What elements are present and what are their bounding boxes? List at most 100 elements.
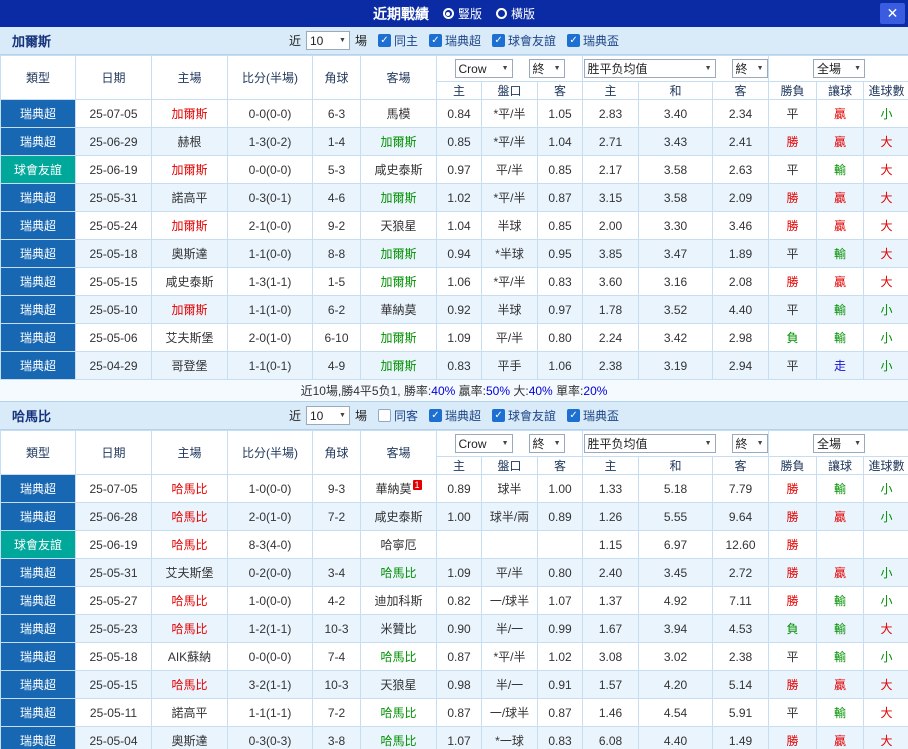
final-europe-select[interactable]: 終 ▼ <box>731 59 768 78</box>
away-team: 哈馬比 <box>360 698 437 727</box>
close-icon[interactable]: ✕ <box>880 3 905 24</box>
radio-label: 橫版 <box>511 7 536 21</box>
europe-draw-avg: 3.19 <box>638 351 713 380</box>
layout-radio-vertical[interactable]: 豎版 <box>442 5 482 22</box>
asian-home-odds: 1.04 <box>436 211 482 240</box>
away-team: 天狼星 <box>360 670 437 699</box>
europe-home-avg: 1.57 <box>582 670 639 699</box>
match-count-value: 10 <box>309 33 324 48</box>
away-team: 加爾斯 <box>360 351 437 380</box>
europe-away-avg: 2.72 <box>711 558 770 587</box>
goals-result-flag: 大 <box>863 211 908 240</box>
filter-club-friendly[interactable]: ✓ 球會友誼 <box>492 32 556 49</box>
asian-away-odds: 1.00 <box>537 474 583 503</box>
goals-result-flag: 小 <box>863 642 908 671</box>
match-count-select[interactable]: 10 ▼ <box>305 406 350 425</box>
table-row: 瑞典超 25-07-05 加爾斯 0-0(0-0) 6-3 馬模 0.84 *平… <box>0 99 908 128</box>
odds-company-select[interactable]: Crow ▼ <box>454 434 513 453</box>
europe-home-avg: 2.83 <box>582 99 639 128</box>
goals-result-flag: 大 <box>863 155 908 184</box>
asian-home-odds: 1.07 <box>436 726 482 749</box>
chevron-down-icon: ▼ <box>854 440 862 447</box>
league-badge: 球會友誼 <box>0 530 76 559</box>
filter-league-super[interactable]: ✓ 瑞典超 <box>429 407 481 424</box>
goals-result-flag: 大 <box>863 614 908 643</box>
summary-segment: 40% <box>528 384 553 398</box>
europe-draw-avg: 4.54 <box>638 698 713 727</box>
layout-radio-horizontal[interactable]: 橫版 <box>496 5 535 22</box>
filter-same-away[interactable]: ✓ 同客 <box>377 407 418 424</box>
score-halftime: 1-1(0-1) <box>227 351 313 380</box>
col-corner: 角球 <box>312 55 361 100</box>
score-halftime: 2-0(1-0) <box>227 502 313 531</box>
europe-avg-select[interactable]: 胜平负均值 ▼ <box>583 434 716 453</box>
handicap-result-flag: 輸 <box>816 474 865 503</box>
table-row: 瑞典超 25-05-31 艾夫斯堡 0-2(0-0) 3-4 哈馬比 1.09 … <box>0 558 908 587</box>
europe-away-avg: 2.09 <box>711 183 770 212</box>
odds-company-select[interactable]: Crow ▼ <box>454 59 513 78</box>
col-goals: 進球數 <box>863 456 908 475</box>
col-eu-away: 客 <box>711 81 770 100</box>
summary-row: 近10場,勝4平5负1, 勝率:40% 贏率:50% 大:40% 單率:20% <box>0 380 908 402</box>
score-halftime: 0-3(0-1) <box>227 183 313 212</box>
corner-score: 3-8 <box>312 726 361 749</box>
home-team: 哈馬比 <box>151 586 228 615</box>
summary-segment: 近10場,勝4平5负1, 勝率: <box>300 384 432 398</box>
handicap-result-flag <box>816 530 865 559</box>
col-result: 勝負 <box>768 81 818 100</box>
result-flag: 勝 <box>768 211 818 240</box>
europe-away-avg: 2.38 <box>711 642 770 671</box>
home-team: 艾夫斯堡 <box>151 323 228 352</box>
corner-score <box>312 530 361 559</box>
checkbox-icon: ✓ <box>429 409 442 422</box>
col-home: 主場 <box>151 430 228 475</box>
home-team: 哈馬比 <box>151 670 228 699</box>
league-badge: 瑞典超 <box>0 670 76 699</box>
europe-home-avg: 1.67 <box>582 614 639 643</box>
match-date: 25-05-11 <box>75 698 152 727</box>
handicap-line: 平/半 <box>481 155 538 184</box>
col-corner: 角球 <box>312 430 361 475</box>
col-type: 類型 <box>0 55 76 100</box>
final-odds-select[interactable]: 終 ▼ <box>528 59 565 78</box>
europe-home-avg: 3.15 <box>582 183 639 212</box>
match-count-select[interactable]: 10 ▼ <box>305 31 350 50</box>
europe-draw-avg: 3.42 <box>638 323 713 352</box>
europe-away-avg: 2.34 <box>711 99 770 128</box>
handicap-result-flag: 贏 <box>816 726 865 749</box>
asian-away-odds: 0.87 <box>537 183 583 212</box>
away-team: 哈馬比 <box>360 642 437 671</box>
scope-header: 全場 ▼ <box>768 430 908 457</box>
handicap-result-flag: 輸 <box>816 586 865 615</box>
corner-score: 1-5 <box>312 267 361 296</box>
scope-select[interactable]: 全場 ▼ <box>813 59 866 78</box>
final-europe-select[interactable]: 終 ▼ <box>731 434 768 453</box>
table-row: 球會友誼 25-06-19 加爾斯 0-0(0-0) 5-3 咸史泰斯 0.97… <box>0 155 908 184</box>
filter-club-friendly[interactable]: ✓ 球會友誼 <box>492 407 556 424</box>
asian-home-odds: 1.06 <box>436 267 482 296</box>
handicap-result-flag: 贏 <box>816 558 865 587</box>
filter-league-super[interactable]: ✓ 瑞典超 <box>429 32 481 49</box>
europe-avg-select[interactable]: 胜平负均值 ▼ <box>583 59 716 78</box>
scope-select[interactable]: 全場 ▼ <box>813 434 866 453</box>
home-team: 哥登堡 <box>151 351 228 380</box>
filter-same-home[interactable]: ✓ 同主 <box>377 32 418 49</box>
filter-swedish-cup[interactable]: ✓ 瑞典盃 <box>567 407 619 424</box>
filter-swedish-cup[interactable]: ✓ 瑞典盃 <box>567 32 619 49</box>
table-row: 瑞典超 25-05-11 諾高平 1-1(1-1) 7-2 哈馬比 0.87 一… <box>0 698 908 727</box>
league-badge: 瑞典超 <box>0 211 76 240</box>
league-badge: 瑞典超 <box>0 502 76 531</box>
asian-away-odds <box>537 530 583 559</box>
match-date: 25-07-05 <box>75 99 152 128</box>
handicap-line: *平/半 <box>481 642 538 671</box>
score-halftime: 1-0(0-0) <box>227 474 313 503</box>
league-badge: 瑞典超 <box>0 474 76 503</box>
asian-away-odds: 1.07 <box>537 586 583 615</box>
match-date: 25-05-31 <box>75 183 152 212</box>
europe-draw-avg: 4.92 <box>638 586 713 615</box>
europe-away-avg: 12.60 <box>711 530 770 559</box>
final-odds-select[interactable]: 終 ▼ <box>528 434 565 453</box>
chevron-down-icon: ▼ <box>339 37 346 44</box>
radio-icon <box>496 8 507 19</box>
asian-home-odds: 0.92 <box>436 295 482 324</box>
